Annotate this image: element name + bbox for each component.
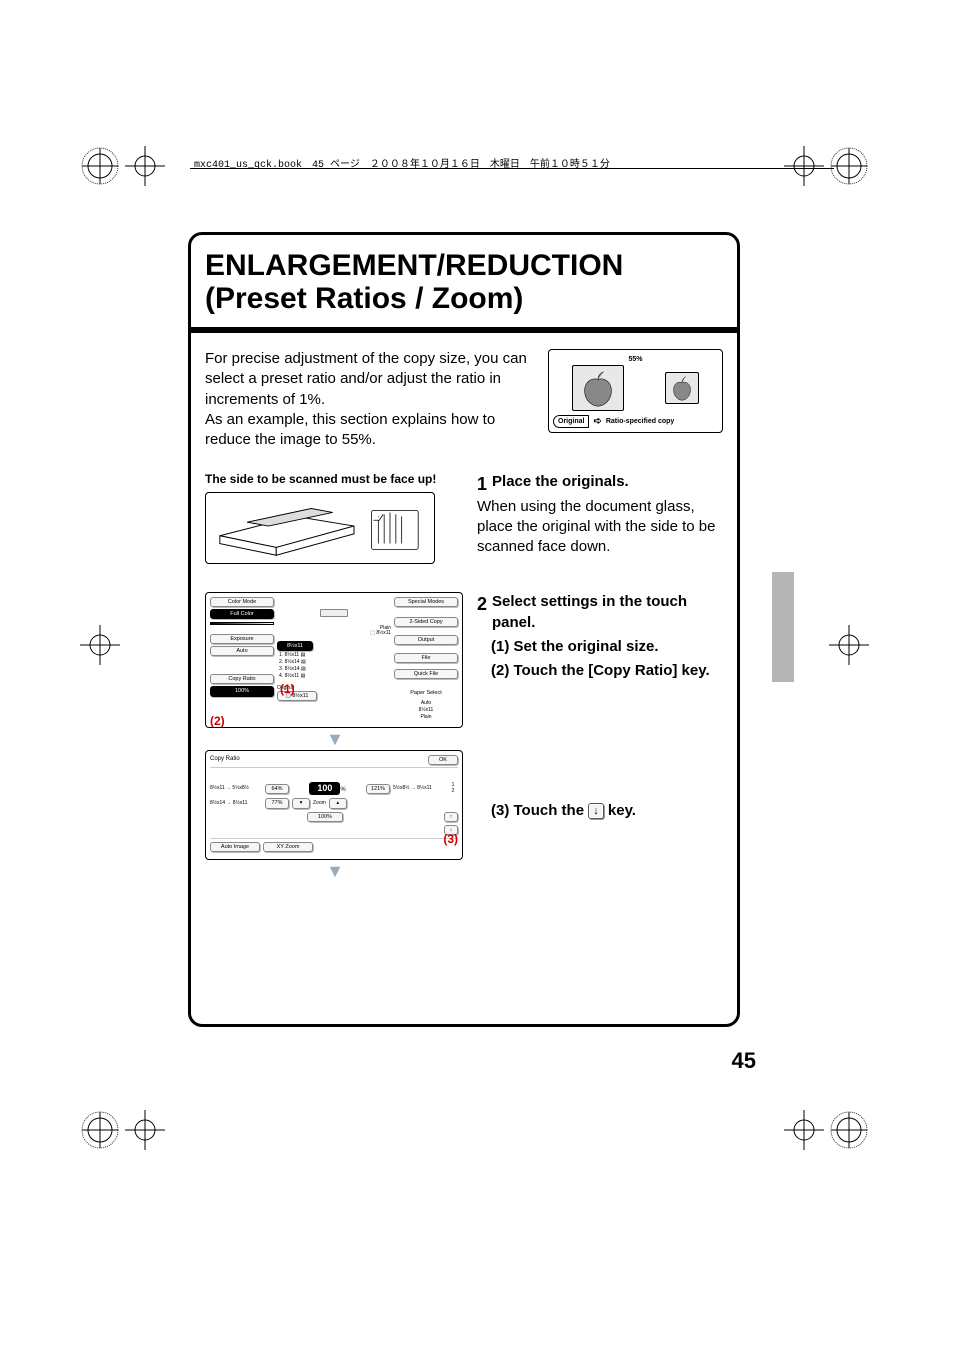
registration-mark-icon — [80, 1110, 120, 1150]
callout-2: (2) — [210, 715, 225, 728]
enlarge-ratio-1-label: 5½x8½ → 8½x11 — [393, 786, 445, 792]
reduced-image-icon — [665, 372, 699, 404]
step-2-number: 2 — [477, 592, 487, 616]
touch-panel-copy-screen: Color Mode Full Color Exposure Auto Copy… — [205, 592, 463, 727]
ratio-copy-label: Ratio-specified copy — [606, 418, 674, 425]
down-arrow-icon: ▼ — [205, 732, 465, 746]
crosshair-icon — [125, 1110, 165, 1150]
enlarge-ratio-1-button[interactable]: 121% — [366, 784, 390, 794]
page-indicator: 12 — [448, 783, 458, 794]
plain-label: Plain ⬚ 8½x11 — [277, 626, 391, 637]
crosshair-icon — [125, 146, 165, 186]
scanner-illustration — [205, 492, 435, 564]
full-color-button[interactable]: Full Color — [210, 609, 274, 619]
arrow-right-icon: ➪ — [593, 416, 601, 427]
touch-panel-copy-ratio-screen: Copy Ratio OK 8½x11 → 5½x8½ 64% 100% 121… — [205, 750, 463, 860]
ok-button[interactable]: OK — [428, 755, 458, 765]
scroll-up-button[interactable]: ↑ — [444, 812, 458, 822]
intro-text-2: As an example, this section explains how… — [205, 411, 495, 448]
paper-select-values: Auto 8½x11 Plain — [394, 700, 458, 721]
crosshair-icon — [784, 146, 824, 186]
original-image-icon — [572, 365, 624, 411]
tray-list: 1. 8½x11 ▤ 2. 8½x14 ▤ 3. 8½x14 ▤ 4. 8½x1… — [279, 652, 391, 680]
tray-1-button[interactable]: 8½x11 — [277, 641, 313, 651]
step-1-number: 1 — [477, 472, 487, 496]
paper-select-label: Paper Select — [394, 689, 458, 697]
xy-zoom-button[interactable]: XY Zoom — [263, 842, 313, 852]
ratio-100-button[interactable]: 100% — [307, 812, 343, 822]
copy-ratio-label: Copy Ratio — [210, 674, 274, 684]
intro-text: For precise adjustment of the copy size,… — [205, 349, 532, 450]
crosshair-icon — [784, 1110, 824, 1150]
down-key-icon: ↓ — [588, 803, 604, 819]
zoom-minus-button[interactable]: ▾ — [292, 798, 310, 808]
step-2-title: Select settings in the touch panel. — [492, 593, 687, 630]
step-1-title: Place the originals. — [492, 473, 629, 490]
page-frame: ENLARGEMENT/REDUCTION (Preset Ratios / Z… — [188, 232, 740, 1027]
faceup-caption: The side to be scanned must be face up! — [205, 472, 465, 486]
special-modes-button[interactable]: Special Modes — [394, 597, 458, 607]
registration-mark-icon — [829, 146, 869, 186]
color-mode-label: Color Mode — [210, 597, 274, 607]
reduce-ratio-2-button[interactable]: 77% — [265, 798, 289, 808]
current-ratio-display: 100 — [309, 782, 340, 796]
section-side-tab — [772, 572, 794, 682]
page-number: 45 — [732, 1048, 756, 1074]
reduce-ratio-1-label: 8½x11 → 5½x8½ — [210, 786, 262, 792]
title-rule — [191, 327, 737, 333]
exposure-label: Exposure — [210, 634, 274, 644]
registration-mark-icon — [80, 146, 120, 186]
step-2-sub-2: (2) Touch the [Copy Ratio] key. — [491, 661, 723, 681]
step-2-sub-1: (1) Set the original size. — [491, 637, 723, 657]
callout-1: (1) — [280, 683, 295, 696]
crosshair-icon — [80, 625, 120, 665]
ratio-illustration: 55% Original ➪ Ratio-specified copy — [548, 349, 723, 433]
down-arrow-icon: ▼ — [205, 864, 465, 878]
color-gradient-icon — [210, 622, 274, 625]
preview-page-icon — [320, 609, 348, 617]
registration-mark-icon — [829, 1110, 869, 1150]
quick-file-button[interactable]: Quick File — [394, 669, 458, 679]
exposure-auto-button[interactable]: Auto — [210, 646, 274, 656]
reduce-ratio-1-button[interactable]: 64% — [265, 784, 289, 794]
print-header-meta: mxc401_us_qck.book 45 ページ ２００８年１０月１６日 木曜… — [190, 168, 834, 169]
zoom-label: Zoom — [313, 801, 326, 807]
reduce-ratio-2-label: 8½x14 → 8½x11 — [210, 801, 262, 807]
intro-text-1: For precise adjustment of the copy size,… — [205, 350, 527, 408]
auto-image-button[interactable]: Auto Image — [210, 842, 260, 852]
copy-ratio-title: Copy Ratio — [210, 756, 240, 763]
two-sided-button[interactable]: 2-Sided Copy — [394, 617, 458, 627]
print-meta-text: mxc401_us_qck.book 45 ページ ２００８年１０月１６日 木曜… — [194, 155, 610, 171]
step-2-sub-3: (3) Touch the ↓ key. — [491, 801, 723, 821]
step-1-body: When using the document glass, place the… — [477, 497, 723, 558]
file-button[interactable]: File — [394, 653, 458, 663]
output-button[interactable]: Output — [394, 635, 458, 645]
original-label: Original — [553, 415, 589, 428]
zoom-plus-button[interactable]: ▴ — [329, 798, 347, 808]
callout-3: (3) — [443, 833, 458, 846]
page-title: ENLARGEMENT/REDUCTION (Preset Ratios / Z… — [205, 249, 723, 315]
ratio-percent-label: 55% — [553, 356, 718, 363]
copy-ratio-button[interactable]: 100% — [210, 686, 274, 696]
crosshair-icon — [829, 625, 869, 665]
